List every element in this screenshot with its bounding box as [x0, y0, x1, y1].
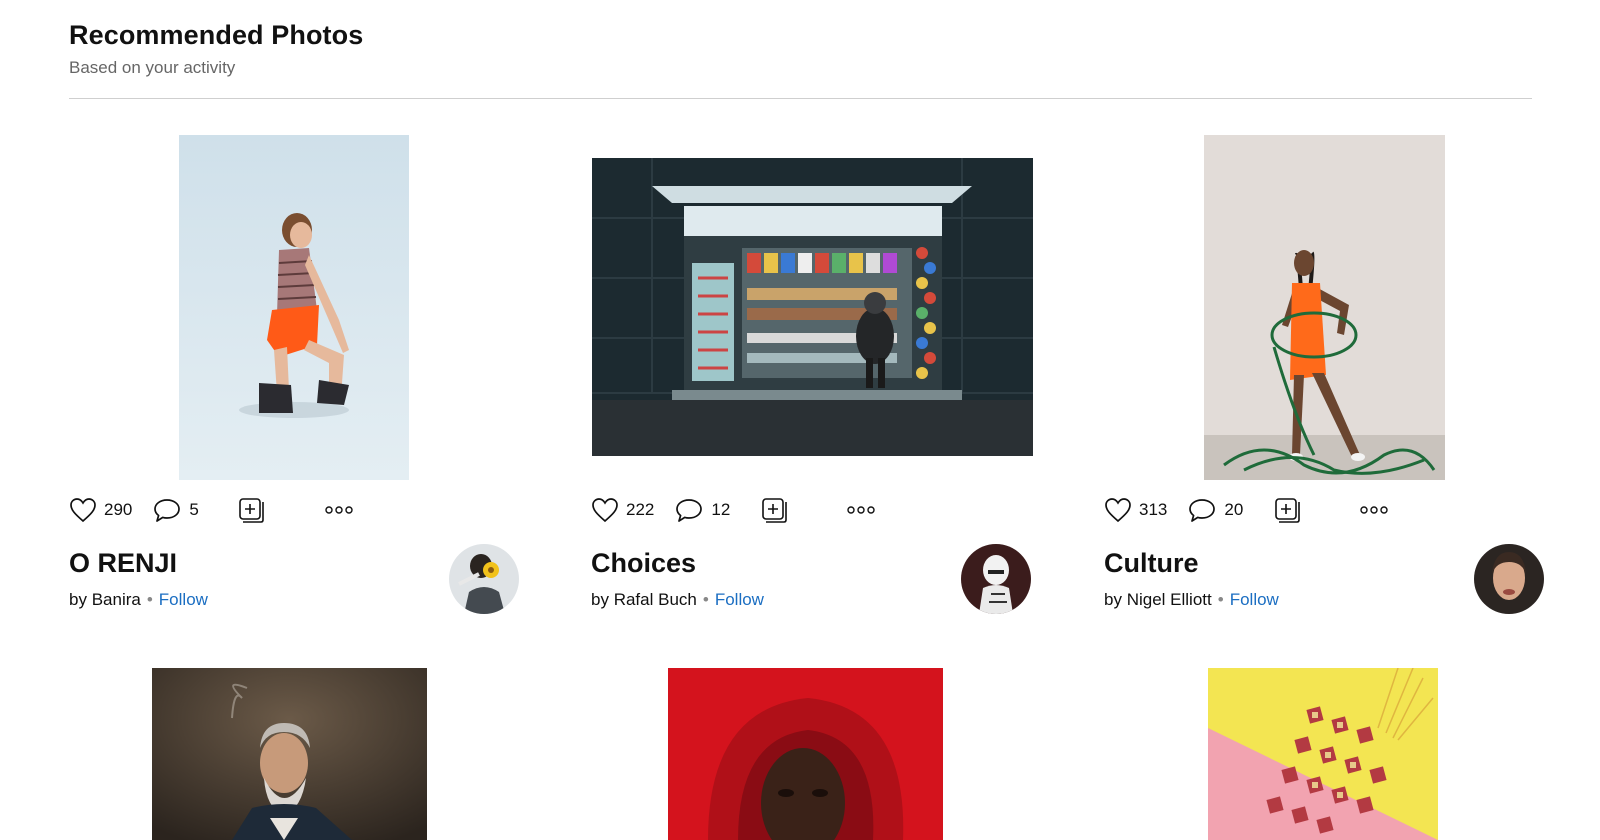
photo-actions: 290 5	[69, 493, 285, 527]
avatar[interactable]	[449, 544, 519, 614]
comment-button[interactable]: 12	[674, 497, 730, 523]
speech-bubble-icon	[1187, 497, 1217, 523]
section-header: Recommended Photos Based on your activit…	[69, 20, 363, 78]
add-to-gallery-icon	[760, 496, 788, 524]
photo-title[interactable]: Choices	[591, 548, 696, 579]
photo-thumbnail[interactable]	[179, 135, 409, 480]
header-divider	[69, 98, 1532, 99]
add-to-gallery-icon	[237, 496, 265, 524]
more-options-button[interactable]	[847, 503, 875, 521]
add-to-gallery-icon	[1273, 496, 1301, 524]
by-prefix: by	[591, 590, 609, 609]
photo-byline: by Rafal Buch • Follow	[591, 590, 764, 610]
separator-dot: •	[702, 590, 709, 609]
more-options-icon	[847, 503, 875, 521]
more-options-icon	[1360, 503, 1388, 521]
comment-count: 20	[1224, 500, 1244, 519]
like-button[interactable]: 222	[591, 497, 654, 523]
by-prefix: by	[1104, 590, 1122, 609]
comment-button[interactable]: 20	[1187, 497, 1243, 523]
add-to-gallery-button[interactable]	[760, 496, 788, 524]
photo-thumbnail[interactable]	[668, 668, 943, 840]
separator-dot: •	[146, 590, 153, 609]
author-name[interactable]: Banira	[92, 590, 141, 609]
photo-thumbnail[interactable]	[1204, 135, 1445, 480]
speech-bubble-icon	[674, 497, 704, 523]
follow-link[interactable]: Follow	[159, 590, 208, 609]
comment-count: 12	[711, 500, 731, 519]
heart-icon	[591, 497, 619, 523]
author-name[interactable]: Rafal Buch	[614, 590, 697, 609]
more-options-icon	[325, 503, 353, 521]
heart-icon	[1104, 497, 1132, 523]
photo-thumbnail[interactable]	[152, 668, 427, 840]
photo-thumbnail[interactable]	[592, 158, 1033, 456]
like-count: 290	[104, 500, 133, 519]
photo-actions: 222 12	[591, 493, 808, 527]
add-to-gallery-button[interactable]	[237, 496, 265, 524]
heart-icon	[69, 497, 97, 523]
author-name[interactable]: Nigel Elliott	[1127, 590, 1212, 609]
avatar[interactable]	[1474, 544, 1544, 614]
more-options-button[interactable]	[1360, 503, 1388, 521]
recommended-photos-page: Recommended Photos Based on your activit…	[0, 0, 1600, 840]
like-count: 222	[626, 500, 655, 519]
photo-byline: by Banira • Follow	[69, 590, 208, 610]
section-title: Recommended Photos	[69, 20, 364, 50]
photo-actions: 313 20	[1104, 493, 1321, 527]
by-prefix: by	[69, 590, 87, 609]
follow-link[interactable]: Follow	[715, 590, 764, 609]
separator-dot: •	[1217, 590, 1224, 609]
avatar[interactable]	[961, 544, 1031, 614]
photo-byline: by Nigel Elliott • Follow	[1104, 590, 1279, 610]
speech-bubble-icon	[152, 497, 182, 523]
like-button[interactable]: 290	[69, 497, 132, 523]
comment-button[interactable]: 5	[152, 497, 199, 523]
like-button[interactable]: 313	[1104, 497, 1167, 523]
add-to-gallery-button[interactable]	[1273, 496, 1301, 524]
more-options-button[interactable]	[325, 503, 353, 521]
photo-thumbnail[interactable]	[1208, 668, 1438, 840]
like-count: 313	[1139, 500, 1168, 519]
photo-title[interactable]: Culture	[1104, 548, 1199, 579]
follow-link[interactable]: Follow	[1230, 590, 1279, 609]
photo-title[interactable]: O RENJI	[69, 548, 177, 579]
comment-count: 5	[189, 500, 199, 519]
section-subtitle: Based on your activity	[69, 58, 236, 77]
